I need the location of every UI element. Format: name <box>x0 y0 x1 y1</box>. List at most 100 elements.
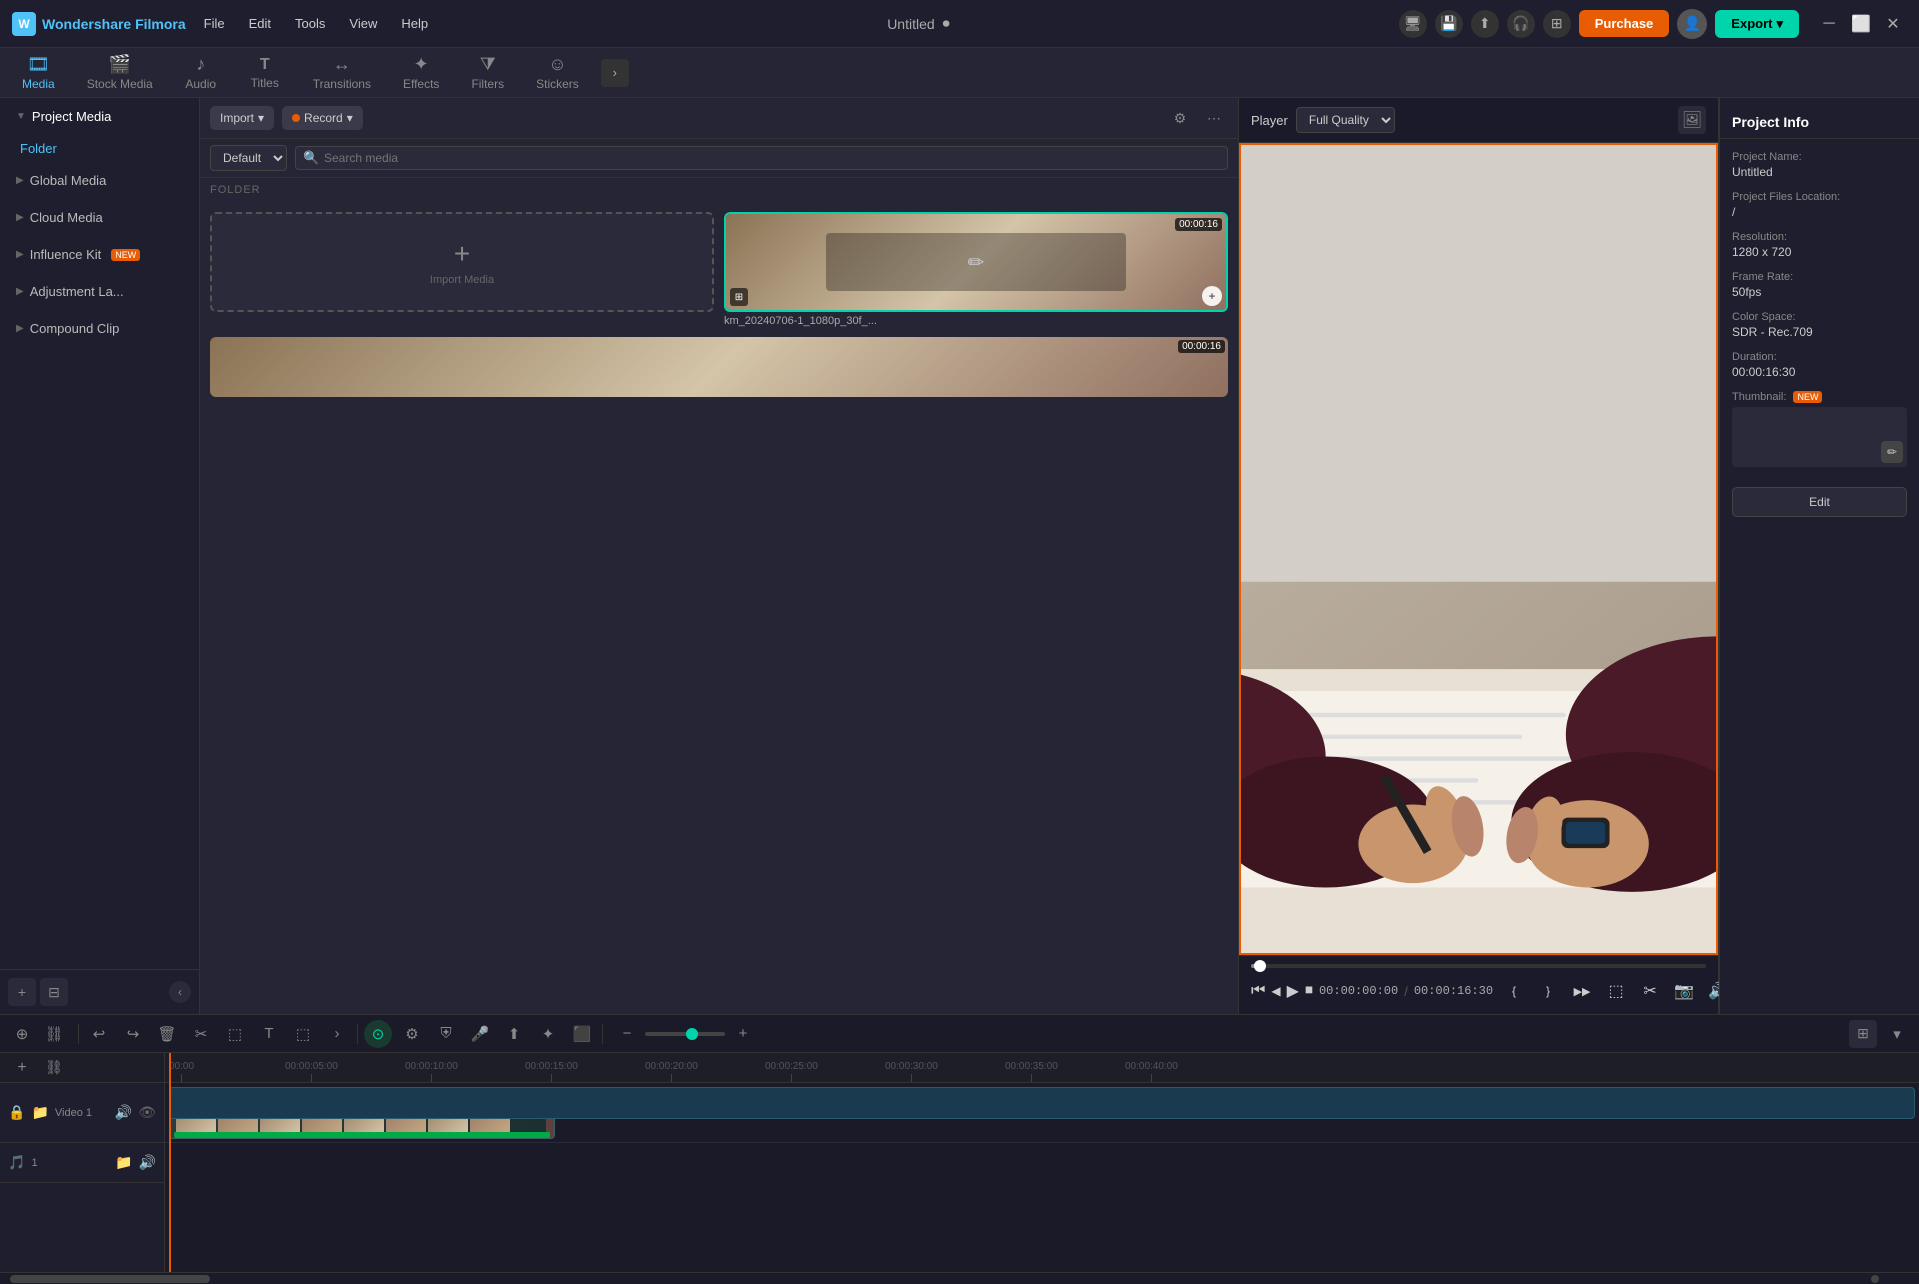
snapshot-button[interactable]: 📷 <box>1669 976 1699 1006</box>
media-item-clip1[interactable]: ✏ 00:00:16 ⊞ + km_20240706-1_1080p_30f_.… <box>724 212 1228 327</box>
sidebar-item-project-media[interactable]: ▼ Project Media <box>4 99 195 134</box>
player-view-button[interactable]: 🖼 <box>1678 106 1706 134</box>
tl-chevron-down-button[interactable]: ▾ <box>1883 1020 1911 1048</box>
monitor-icon[interactable]: 🖥 <box>1399 10 1427 38</box>
close-button[interactable]: ✕ <box>1879 10 1907 38</box>
tabs-more-button[interactable]: › <box>601 59 629 87</box>
tl-shield-button[interactable]: ⛨ <box>432 1020 460 1048</box>
filter-settings-button[interactable]: ⚙ <box>1166 104 1194 132</box>
sidebar-folder-item[interactable]: Folder <box>0 135 199 162</box>
tab-stickers[interactable]: ☺ Stickers <box>522 48 593 97</box>
tl-add-track-button[interactable]: ⊕ <box>8 1020 36 1048</box>
sidebar-collapse-button[interactable]: ‹ <box>169 981 191 1003</box>
sidebar-item-compound-clip[interactable]: ▶ Compound Clip <box>4 311 195 346</box>
upload-icon[interactable]: ⬆ <box>1471 10 1499 38</box>
tl-crop-button[interactable]: ⬚ <box>221 1020 249 1048</box>
tl-undo-button[interactable]: ↩ <box>85 1020 113 1048</box>
menu-tools[interactable]: Tools <box>285 12 335 35</box>
tab-filters[interactable]: ⧩ Filters <box>457 48 518 97</box>
stop-button[interactable]: ⏹ <box>1305 976 1313 1006</box>
purchase-button[interactable]: Purchase <box>1579 10 1670 37</box>
media-item-clip2[interactable]: 00:00:16 <box>210 337 1228 397</box>
tl-more-button[interactable]: › <box>323 1020 351 1048</box>
audio-track-volume-icon[interactable]: 🔊 <box>139 1154 156 1171</box>
progress-handle[interactable] <box>1254 960 1266 972</box>
tl-zoom-minus-button[interactable]: − <box>613 1020 641 1048</box>
sidebar-item-global-media[interactable]: ▶ Global Media <box>4 163 195 198</box>
tl-group-button[interactable]: ⬛ <box>568 1020 596 1048</box>
rewind-button[interactable]: ⏮ <box>1251 976 1265 1006</box>
tl-divider-3 <box>602 1024 603 1044</box>
tl-tracks-add-button[interactable]: + <box>8 1054 36 1082</box>
headset-icon[interactable]: 🎧 <box>1507 10 1535 38</box>
tab-transitions[interactable]: ↔ Transitions <box>299 48 385 97</box>
mark-in-button[interactable]: { <box>1499 976 1529 1006</box>
tl-zoom-slider[interactable] <box>645 1032 725 1036</box>
maximize-button[interactable]: ⬜ <box>1847 10 1875 38</box>
remove-folder-button[interactable]: ⊟ <box>40 978 68 1006</box>
audio-track-folder-icon[interactable]: 📁 <box>115 1154 132 1171</box>
colorspace-value: SDR - Rec.709 <box>1732 325 1907 339</box>
clip2-duration: 00:00:16 <box>1178 340 1225 353</box>
sidebar-item-adjustment-layer[interactable]: ▶ Adjustment La... <box>4 274 195 309</box>
export-button[interactable]: Export ▾ <box>1715 10 1799 38</box>
tab-effects[interactable]: ✦ Effects <box>389 48 453 97</box>
tl-text-button[interactable]: T <box>255 1020 283 1048</box>
tl-link-button[interactable]: ⛓ <box>40 1020 68 1048</box>
edit-button[interactable]: Edit <box>1732 487 1907 517</box>
menu-help[interactable]: Help <box>391 12 438 35</box>
tl-delete-button[interactable]: 🗑 <box>153 1020 181 1048</box>
tab-audio[interactable]: ♪ Audio <box>171 48 231 97</box>
tab-titles[interactable]: T Titles <box>235 50 295 96</box>
tab-media[interactable]: 🎞 Media <box>8 48 69 97</box>
search-input[interactable] <box>295 146 1228 170</box>
clip1-add-button[interactable]: + <box>1202 286 1222 306</box>
import-media-placeholder[interactable]: + Import Media <box>210 212 714 312</box>
tl-redo-button[interactable]: ↪ <box>119 1020 147 1048</box>
layout-icon[interactable]: ⊞ <box>1543 10 1571 38</box>
tl-mic-button[interactable]: 🎤 <box>466 1020 494 1048</box>
layout-view-button[interactable]: ⬚ <box>1601 976 1631 1006</box>
video-track-folder-icon[interactable]: 📁 <box>31 1104 48 1121</box>
menu-file[interactable]: File <box>194 12 235 35</box>
play-button[interactable]: ▶ <box>1287 976 1299 1006</box>
prev-frame-button[interactable]: ◀ <box>1271 976 1280 1006</box>
tabs-more-icon: › <box>613 65 617 80</box>
tl-ai-button[interactable]: ✦ <box>534 1020 562 1048</box>
scrollbar-thumb[interactable] <box>10 1275 210 1283</box>
save-icon[interactable]: 💾 <box>1435 10 1463 38</box>
import-button[interactable]: Import ▾ <box>210 106 274 130</box>
media-panel: Import ▾ Record ▾ ⚙ ⋯ Default 🔍 FOLDER <box>200 98 1239 1014</box>
minimize-button[interactable]: ─ <box>1815 10 1843 38</box>
ruler-label-4: 00:00:20:00 <box>645 1061 698 1072</box>
menu-edit[interactable]: Edit <box>239 12 281 35</box>
record-button[interactable]: Record ▾ <box>282 106 363 130</box>
tl-tracks-link-button[interactable]: ⛓ <box>40 1054 68 1082</box>
quality-select[interactable]: Full Quality <box>1296 107 1395 133</box>
sidebar-item-cloud-media[interactable]: ▶ Cloud Media <box>4 200 195 235</box>
tab-stock-media[interactable]: 🎬 Stock Media <box>73 48 167 97</box>
mark-out-button[interactable]: } <box>1533 976 1563 1006</box>
sidebar-item-influence-kit[interactable]: ▶ Influence Kit NEW <box>4 237 195 272</box>
user-avatar[interactable]: 👤 <box>1677 9 1707 39</box>
speed-button[interactable]: ▶▶ <box>1567 976 1597 1006</box>
thumbnail-edit-button[interactable]: ✏ <box>1881 441 1903 463</box>
add-folder-button[interactable]: + <box>8 978 36 1006</box>
media-more-button[interactable]: ⋯ <box>1200 104 1228 132</box>
video-track-eye-icon[interactable]: 👁 <box>138 1104 156 1121</box>
progress-bar[interactable] <box>1251 964 1706 968</box>
tl-export-button[interactable]: ⬆ <box>500 1020 528 1048</box>
tl-snap-button[interactable]: ⊙ <box>364 1020 392 1048</box>
tl-settings-button[interactable]: ⚙ <box>398 1020 426 1048</box>
tl-frame-button[interactable]: ⬚ <box>289 1020 317 1048</box>
sort-select[interactable]: Default <box>210 145 287 171</box>
tl-grid-button[interactable]: ⊞ <box>1849 1020 1877 1048</box>
video-track-volume-icon[interactable]: 🔊 <box>115 1104 132 1121</box>
tl-cut-button[interactable]: ✂ <box>187 1020 215 1048</box>
playhead[interactable]: 6 <box>169 1053 171 1272</box>
crop-button[interactable]: ✂ <box>1635 976 1665 1006</box>
video-track-lock-icon[interactable]: 🔒 <box>8 1104 25 1121</box>
tl-zoom-plus-button[interactable]: + <box>729 1020 757 1048</box>
audio-clip[interactable] <box>169 1087 1915 1119</box>
menu-view[interactable]: View <box>339 12 387 35</box>
